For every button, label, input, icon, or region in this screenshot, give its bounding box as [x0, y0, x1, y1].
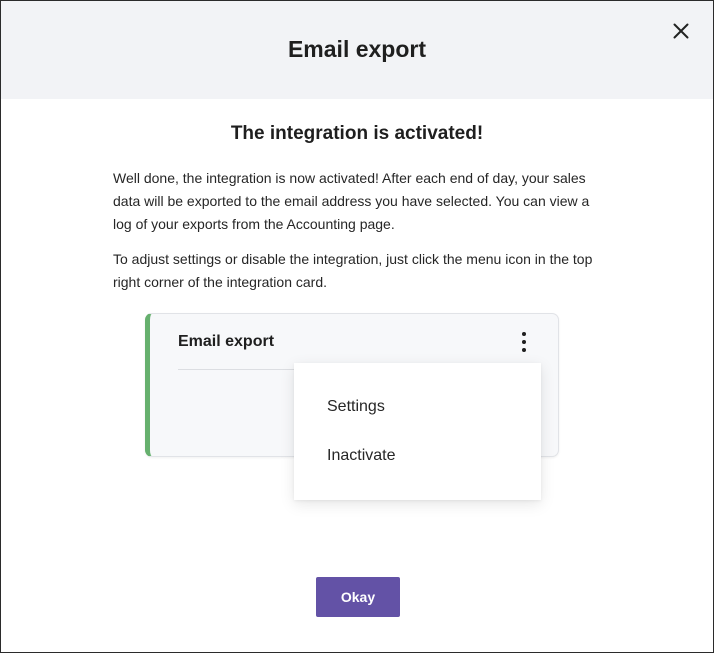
kebab-dot: [522, 348, 526, 352]
card-title: Email export: [178, 333, 275, 350]
okay-button[interactable]: Okay: [316, 577, 400, 617]
kebab-dot: [522, 340, 526, 344]
close-icon: [673, 23, 689, 39]
kebab-menu-icon[interactable]: [520, 332, 528, 352]
modal-title: Email export: [287, 35, 427, 62]
menu-item-inactivate[interactable]: Inactivate: [327, 447, 395, 465]
email-export-modal: Email export The integration is activate…: [0, 0, 714, 653]
modal-header: Email export: [1, 1, 713, 99]
modal-body: The integration is activated! Well done,…: [1, 99, 713, 294]
card-menu-dropdown: Settings Inactivate: [294, 363, 541, 500]
settings-instructions: To adjust settings or disable the integr…: [113, 251, 593, 290]
activation-description: Well done, the integration is now activa…: [113, 170, 590, 232]
activation-heading: The integration is activated!: [230, 123, 484, 144]
kebab-dot: [522, 332, 526, 336]
close-button[interactable]: [669, 19, 693, 43]
menu-item-settings[interactable]: Settings: [327, 398, 385, 416]
